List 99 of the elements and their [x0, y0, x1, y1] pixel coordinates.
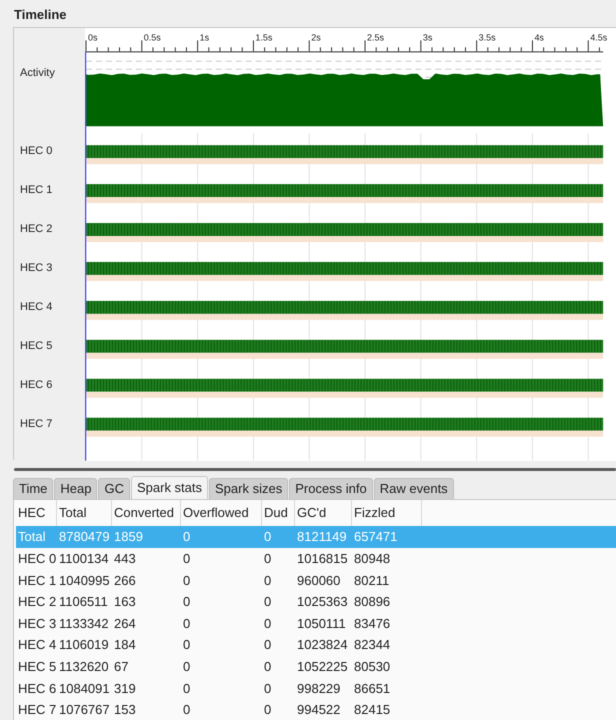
row-label: Activity — [20, 67, 55, 79]
table-cell-text: 266 — [113, 572, 137, 590]
axis-tick-label: 1.5s — [255, 32, 272, 42]
table-row[interactable]: HEC 3 1133342 264 0 0 1050111 83476 — [16, 612, 616, 634]
table-cell-text: 67 — [113, 658, 130, 676]
table-cell-text: 0 — [263, 658, 272, 676]
table-cell-text: 0 — [263, 614, 272, 633]
table-cell-text: 86651 — [353, 680, 392, 698]
panel-title: Timeline — [14, 7, 67, 22]
row-label: HEC 7 — [20, 418, 52, 430]
table-cell-text: 1076767 — [58, 701, 111, 720]
table-cell-text: Total — [17, 528, 46, 546]
table-cell-text: 0 — [182, 572, 192, 590]
axis-tick-label: 3s — [422, 32, 432, 42]
table-cell-text: 960060 — [296, 572, 342, 590]
axis-tick-label: 4.5s — [590, 32, 608, 42]
table-cell-text: 1025363 — [296, 593, 349, 612]
table-cell-text: HEC 6 — [17, 680, 57, 698]
table-cell-text: HEC 7 — [17, 701, 57, 720]
table-cell-text: 1133342 — [58, 614, 110, 633]
table-row[interactable]: HEC 2 1106511 163 0 0 1025363 80896 — [16, 591, 616, 613]
table-cell-text: 184 — [113, 636, 137, 654]
table-cell-text: 1084091 — [58, 680, 111, 698]
table-cell-text: 83476 — [353, 614, 392, 633]
table-cell-text: 1100134 — [58, 550, 110, 568]
table-cell-text: 1052225 — [296, 658, 349, 676]
table-cell-text: 80896 — [353, 593, 392, 612]
table-cell-text: 1023824 — [296, 636, 349, 654]
axis-tick-label: 0.5s — [144, 32, 161, 42]
table-cell-text: 1106511 — [58, 593, 109, 612]
tab[interactable]: Process info — [289, 478, 373, 499]
table-cell-text: 163 — [113, 593, 137, 612]
table-cell-text: 0 — [263, 528, 272, 546]
row-label: HEC 5 — [20, 340, 52, 352]
axis-tick-label: 2s — [311, 32, 321, 42]
table-row[interactable]: HEC 5 1132620 67 0 0 1052225 80530 — [16, 656, 616, 678]
table-cell-text: 0 — [263, 550, 272, 568]
table-cell-text: 0 — [182, 680, 192, 698]
table-cell-text: 657471 — [353, 528, 398, 546]
table-row[interactable]: HEC 7 1076767 153 0 0 994522 82415 — [16, 699, 616, 720]
table-cell-text: 994522 — [296, 701, 342, 720]
row-label: HEC 3 — [20, 262, 52, 274]
table-row[interactable]: HEC 6 1084091 319 0 0 998229 86651 — [16, 678, 616, 700]
axis-tick-label: 1s — [200, 32, 209, 42]
table-cell-text: 80948 — [353, 550, 392, 568]
row-label: HEC 2 — [20, 223, 52, 235]
table-cell-text: HEC 5 — [17, 658, 57, 676]
table-cell-text: 153 — [113, 701, 137, 720]
table-cell-text: 0 — [182, 528, 192, 546]
table-cell-text: 80530 — [353, 658, 392, 676]
table-cell-text: 1016815 — [296, 550, 349, 568]
table-cell-text: 1859 — [113, 528, 144, 546]
table-cell-text: 82344 — [353, 636, 392, 654]
axis-tick-label: 4s — [534, 32, 544, 42]
table-cell-text: 0 — [182, 658, 192, 676]
row-label: HEC 6 — [20, 379, 52, 391]
table-cell-text: 8780479 — [58, 528, 111, 546]
axis-tick-label: 2.5s — [366, 32, 384, 42]
axis-tick-label: 3.5s — [478, 32, 496, 42]
table-cell-text: 0 — [263, 636, 272, 654]
table-cell-text: 998229 — [296, 680, 342, 698]
tab[interactable]: Raw events — [374, 478, 454, 499]
table-cell-text: HEC 2 — [17, 593, 57, 612]
table-cell-text: 1040995 — [58, 572, 111, 590]
table-cell-text: 1132620 — [58, 658, 110, 676]
table-cell-text: 80211 — [353, 572, 390, 590]
table-cell-text: 0 — [263, 572, 272, 590]
table-cell-text: HEC 0 — [17, 550, 57, 568]
table-row[interactable]: HEC 4 1106019 184 0 0 1023824 82344 — [16, 634, 616, 656]
tab[interactable]: Spark stats — [130, 476, 208, 499]
table-row[interactable]: HEC 1 1040995 266 0 0 960060 80211 — [16, 570, 616, 592]
table-cell-text: 0 — [263, 701, 272, 720]
tab[interactable]: Spark sizes — [209, 478, 288, 499]
table-cell-text: 8121149 — [296, 528, 348, 546]
table-cell-text: 82415 — [353, 701, 392, 720]
table-cell-text: 0 — [182, 593, 192, 612]
table-row[interactable]: HEC 0 1100134 443 0 0 1016815 80948 — [16, 548, 616, 570]
table-cell-text: 264 — [113, 614, 137, 633]
table-cell-text: HEC 3 — [17, 614, 57, 633]
table-cell-text: 0 — [182, 614, 192, 633]
axis-tick-label: 0s — [88, 32, 98, 42]
pane-splitter[interactable] — [14, 468, 616, 470]
table-cell-text: HEC 4 — [17, 636, 57, 654]
table-cell-text: 0 — [263, 680, 272, 698]
table-cell-text: 0 — [263, 593, 272, 612]
table-cell-text: 0 — [182, 701, 192, 720]
row-label: HEC 0 — [20, 145, 52, 157]
table-cell-text: 1106019 — [58, 636, 110, 654]
row-label: HEC 1 — [20, 184, 52, 196]
table-cell-text: 443 — [113, 550, 137, 568]
row-label: HEC 4 — [20, 301, 52, 313]
tab[interactable]: GC — [98, 478, 130, 499]
table-cell-text: HEC 1 — [17, 572, 57, 590]
table-cell-text: 319 — [113, 680, 137, 698]
table-cell-text: 1050111 — [296, 614, 347, 633]
tab[interactable]: Heap — [54, 478, 98, 499]
table-cell-text: 0 — [182, 550, 192, 568]
table-cell-text: 0 — [182, 636, 192, 654]
tab[interactable]: Time — [13, 478, 54, 499]
